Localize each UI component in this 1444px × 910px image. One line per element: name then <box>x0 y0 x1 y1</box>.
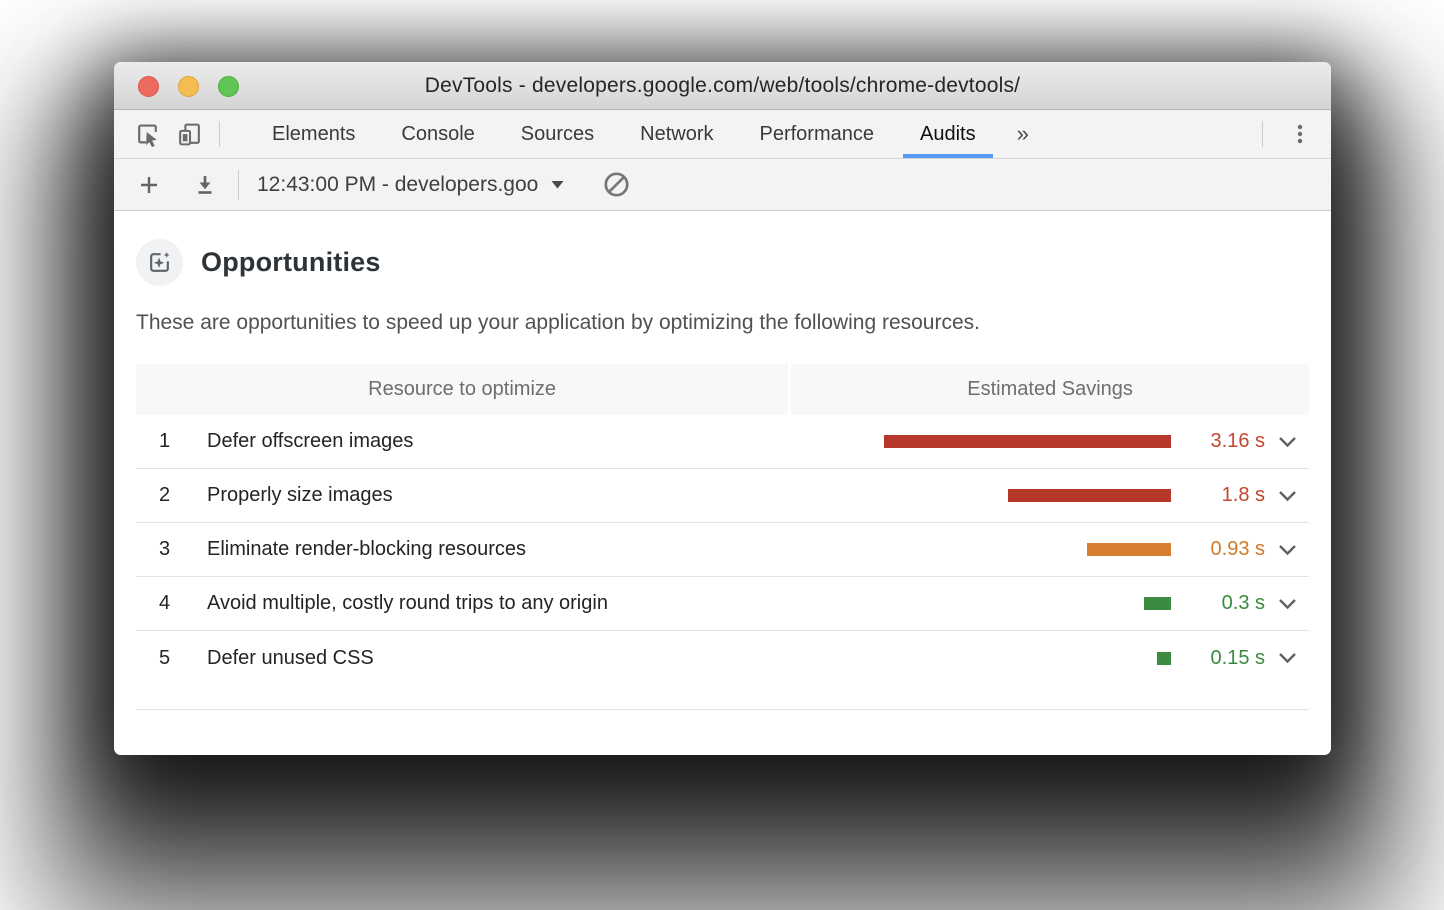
row-title: Eliminate render-blocking resources <box>207 538 527 560</box>
toolbar-separator <box>238 169 239 200</box>
audits-toolbar: 12:43:00 PM - developers.goo <box>114 159 1331 211</box>
savings-value: 0.15 s <box>1210 646 1265 669</box>
devtools-tabbar: Elements Console Sources Network Perform… <box>114 110 1331 159</box>
zoom-button[interactable] <box>218 75 239 97</box>
savings-bar <box>1008 489 1171 502</box>
column-header-savings: Estimated Savings <box>791 364 1309 415</box>
row-number: 3 <box>159 538 171 560</box>
devtools-window: DevTools - developers.google.com/web/too… <box>114 62 1331 755</box>
opportunity-row[interactable]: 4 Avoid multiple, costly round trips to … <box>136 577 1309 631</box>
savings-bar-cell <box>879 489 1171 502</box>
tabbar-right <box>1246 110 1321 158</box>
opportunity-row[interactable]: 2 Properly size images 1.8 s <box>136 469 1309 523</box>
tab-audits[interactable]: Audits <box>903 110 993 158</box>
tab-label: Network <box>640 122 714 145</box>
section-divider <box>136 709 1309 710</box>
savings-bar-cell <box>879 651 1171 665</box>
new-audit-plus-icon[interactable] <box>128 172 170 198</box>
chevron-down-caret-icon <box>551 181 564 189</box>
tab-label: Audits <box>920 122 976 145</box>
close-button[interactable] <box>138 75 159 97</box>
tab-label: Performance <box>759 122 875 145</box>
savings-bar-cell <box>879 597 1171 610</box>
window-controls <box>138 62 239 110</box>
row-number: 1 <box>159 430 171 452</box>
panel-tabs: Elements Console Sources Network Perform… <box>249 110 1047 158</box>
tab-label: Console <box>401 122 475 145</box>
audit-report-content: Opportunities These are opportunities to… <box>114 239 1331 755</box>
kebab-menu-icon[interactable] <box>1279 122 1321 146</box>
device-toolbar-icon[interactable] <box>168 110 210 158</box>
screenshot-stage: DevTools - developers.google.com/web/too… <box>0 0 1444 910</box>
opportunity-row[interactable]: 1 Defer offscreen images 3.16 s <box>136 415 1309 469</box>
opportunities-description: These are opportunities to speed up your… <box>136 311 980 334</box>
savings-bar <box>1144 597 1171 610</box>
tabbar-left-icons <box>114 110 229 158</box>
tab-network[interactable]: Network <box>623 110 730 158</box>
page-title: Opportunities <box>201 247 381 277</box>
toolbar-separator <box>219 121 220 147</box>
audit-session-label: 12:43:00 PM - developers.goo <box>257 172 539 196</box>
expand-chevron-icon[interactable] <box>1265 544 1309 556</box>
savings-value: 1.8 s <box>1221 484 1265 506</box>
window-titlebar: DevTools - developers.google.com/web/too… <box>114 62 1331 110</box>
toolbar-separator <box>1262 121 1263 147</box>
savings-bar-cell <box>879 543 1171 556</box>
opportunities-table: Resource to optimize Estimated Savings 1… <box>136 364 1309 685</box>
tab-sources[interactable]: Sources <box>504 110 611 158</box>
opportunities-section-header: Opportunities <box>136 239 1309 286</box>
tab-label: » <box>1016 121 1029 146</box>
tab-elements[interactable]: Elements <box>255 110 372 158</box>
row-number: 4 <box>159 592 171 614</box>
row-number: 5 <box>159 646 171 669</box>
savings-value: 0.93 s <box>1210 538 1265 560</box>
tab-console[interactable]: Console <box>384 110 491 158</box>
more-tabs-chevron[interactable]: » <box>1005 110 1041 158</box>
row-title: Properly size images <box>207 484 393 506</box>
row-number: 2 <box>159 484 171 506</box>
tab-label: Sources <box>520 122 595 145</box>
clear-audits-icon[interactable] <box>595 170 637 199</box>
expand-chevron-icon[interactable] <box>1265 598 1309 610</box>
savings-bar-cell <box>879 435 1171 448</box>
savings-bar <box>1157 651 1171 665</box>
row-title: Avoid multiple, costly round trips to an… <box>207 592 608 614</box>
table-header: Resource to optimize Estimated Savings <box>136 364 1309 415</box>
savings-bar <box>1087 543 1171 556</box>
expand-chevron-icon[interactable] <box>1265 490 1309 502</box>
savings-value: 0.3 s <box>1221 592 1265 614</box>
opportunity-row[interactable]: 5 Defer unused CSS 0.15 s <box>136 631 1309 685</box>
row-title: Defer unused CSS <box>207 646 374 669</box>
savings-bar <box>884 435 1171 448</box>
opportunities-icon <box>136 239 183 286</box>
expand-chevron-icon[interactable] <box>1265 436 1309 448</box>
minimize-button[interactable] <box>178 75 199 97</box>
opportunity-row[interactable]: 3 Eliminate render-blocking resources 0.… <box>136 523 1309 577</box>
window-title: DevTools - developers.google.com/web/too… <box>424 73 1021 97</box>
inspect-element-icon[interactable] <box>126 110 168 158</box>
expand-chevron-icon[interactable] <box>1265 652 1309 664</box>
table-body: 1 Defer offscreen images 3.16 s 2 Proper… <box>136 415 1309 685</box>
column-header-resource: Resource to optimize <box>136 364 789 415</box>
row-title: Defer offscreen images <box>207 430 414 452</box>
savings-value: 3.16 s <box>1210 430 1265 452</box>
download-report-icon[interactable] <box>184 172 226 198</box>
tab-performance[interactable]: Performance <box>743 110 892 158</box>
tab-label: Elements <box>272 122 356 145</box>
audit-session-dropdown[interactable]: 12:43:00 PM - developers.goo <box>251 169 571 201</box>
